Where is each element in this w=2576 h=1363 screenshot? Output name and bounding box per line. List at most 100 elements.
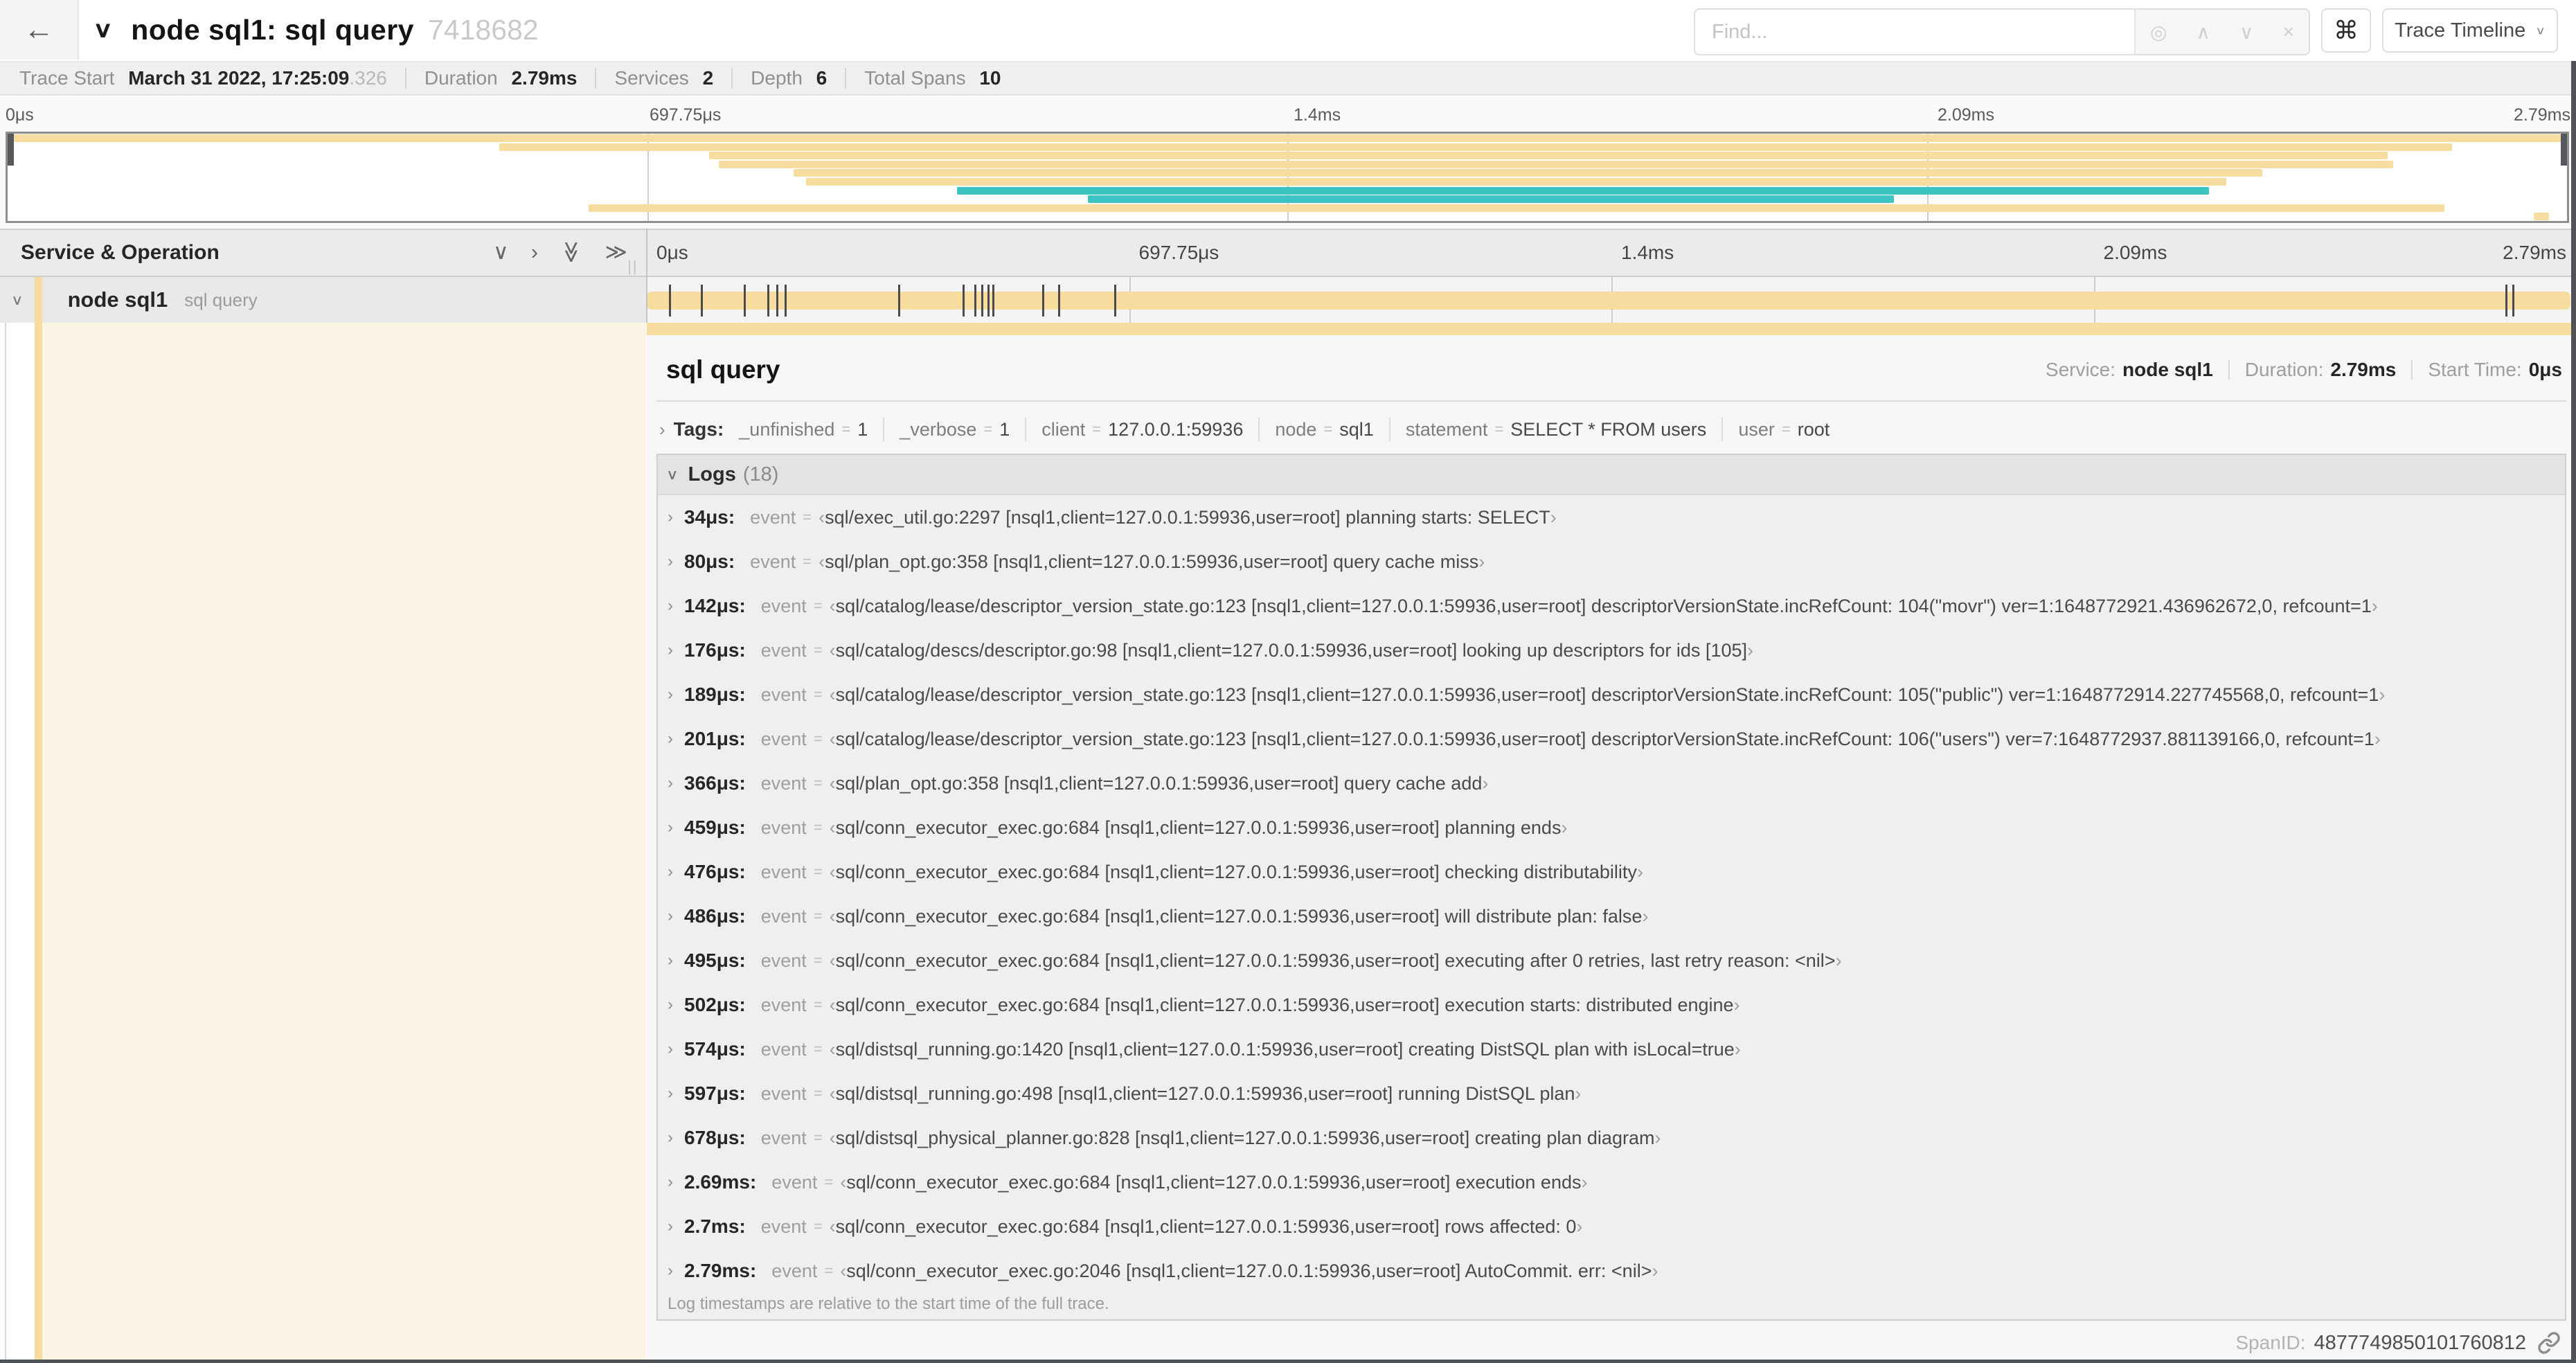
equals-sign: = bbox=[1092, 420, 1102, 438]
close-quote: › bbox=[1835, 950, 1842, 971]
minimap-span[interactable] bbox=[1087, 195, 1894, 204]
minimap-span[interactable] bbox=[588, 204, 2444, 212]
log-row[interactable]: › 189μs: event = ‹ sql/catalog/lease/descript… bbox=[658, 672, 2565, 717]
close-quote: › bbox=[1581, 1171, 1588, 1193]
log-row[interactable]: › 459μs: event = ‹ sql/conn_executor_exec.go:… bbox=[658, 805, 2565, 850]
log-row[interactable]: › 574μs: event = ‹ sql/distsql_running.go:142… bbox=[658, 1027, 2565, 1071]
stat-value: 2 bbox=[702, 67, 714, 89]
minimap-span[interactable] bbox=[8, 134, 2567, 142]
search-input[interactable] bbox=[1695, 10, 2134, 54]
minimap-span[interactable] bbox=[499, 143, 2452, 151]
span-duration-bar[interactable] bbox=[647, 292, 2570, 310]
log-row[interactable]: › 2.7ms: event = ‹ sql/conn_executor_exec.go:… bbox=[658, 1204, 2565, 1249]
span-row-name-cell[interactable]: ∨ node sql1 sql query bbox=[0, 277, 646, 323]
row-expander-icon[interactable]: ∨ bbox=[11, 292, 24, 309]
collapse-one-icon[interactable]: ∨ bbox=[493, 240, 509, 265]
log-row[interactable]: › 2.79ms: event = ‹ sql/conn_executor_exec.go… bbox=[658, 1249, 2565, 1293]
minimap-span[interactable] bbox=[793, 169, 2263, 177]
deep-link-icon[interactable] bbox=[2537, 1331, 2561, 1355]
log-field-name: event bbox=[771, 1171, 818, 1193]
back-button[interactable]: ← bbox=[0, 0, 79, 60]
tag-key: _unfinished bbox=[739, 418, 835, 440]
minimap-span[interactable] bbox=[708, 152, 2388, 160]
minimap-scrubber-right[interactable] bbox=[2561, 134, 2567, 166]
locate-icon[interactable]: ◎ bbox=[2150, 21, 2167, 44]
minimap-span[interactable] bbox=[806, 177, 2227, 186]
log-row[interactable]: › 142μs: event = ‹ sql/catalog/lease/descript… bbox=[658, 584, 2565, 628]
equals-sign: = bbox=[813, 996, 823, 1013]
log-field-value: sql/exec_util.go:2297 [nsql1,client=127.… bbox=[825, 506, 1550, 528]
span-duration-bar-detail bbox=[647, 323, 2576, 335]
duration-value: 2.79ms bbox=[2330, 359, 2397, 380]
minimap-span[interactable] bbox=[957, 186, 2209, 195]
span-row-track bbox=[647, 277, 2576, 323]
next-match-icon[interactable]: ∨ bbox=[2239, 21, 2254, 44]
log-row[interactable]: › 2.69ms: event = ‹ sql/conn_executor_exec.go… bbox=[658, 1160, 2565, 1204]
stat-item: Duration 2.79ms bbox=[424, 67, 578, 89]
tag-item[interactable]: user = root bbox=[1721, 418, 1845, 441]
tag-item[interactable]: _unfinished = 1 bbox=[739, 418, 883, 441]
stat-item: Depth 6 bbox=[751, 67, 827, 89]
equals-sign: = bbox=[813, 1129, 823, 1146]
log-row[interactable]: › 502μs: event = ‹ sql/conn_executor_exec.go:… bbox=[658, 983, 2565, 1027]
minimap-scrubber-left[interactable] bbox=[8, 134, 14, 166]
open-quote: ‹ bbox=[829, 1215, 836, 1237]
logs-count: (18) bbox=[742, 463, 779, 485]
minimap-row bbox=[8, 195, 2567, 204]
tag-item[interactable]: statement = SELECT * FROM users bbox=[1388, 418, 1722, 441]
open-quote: ‹ bbox=[829, 1127, 836, 1148]
equals-sign: = bbox=[813, 686, 823, 703]
open-quote: ‹ bbox=[829, 817, 836, 838]
log-row[interactable]: › 34μs: event = ‹ sql/exec_util.go:2297 [nsql… bbox=[658, 495, 2565, 540]
log-field-name: event bbox=[750, 506, 796, 528]
minimap-span[interactable] bbox=[719, 160, 2393, 168]
keyboard-shortcuts-button[interactable]: ⌘ bbox=[2321, 8, 2371, 53]
equals-sign: = bbox=[803, 553, 812, 570]
operation-name: sql query bbox=[184, 289, 258, 310]
minimap-row bbox=[8, 160, 2567, 169]
log-row[interactable]: › 678μs: event = ‹ sql/distsql_physical_plann… bbox=[658, 1116, 2565, 1160]
clear-search-icon[interactable]: × bbox=[2283, 21, 2294, 43]
chevron-down-icon[interactable]: ∨ bbox=[93, 17, 113, 43]
tag-item[interactable]: _verbose = 1 bbox=[883, 418, 1025, 441]
column-resizer-grip[interactable]: || bbox=[627, 258, 638, 276]
log-row[interactable]: › 176μs: event = ‹ sql/catalog/descs/descript… bbox=[658, 628, 2565, 672]
expand-one-icon[interactable]: › bbox=[531, 240, 538, 265]
log-field-name: event bbox=[760, 994, 807, 1015]
column-divider[interactable] bbox=[646, 229, 647, 323]
tick-label: 2.79ms bbox=[2503, 242, 2566, 263]
tag-value: SELECT * FROM users bbox=[1510, 418, 1707, 440]
log-row[interactable]: › 486μs: event = ‹ sql/conn_executor_exec.go:… bbox=[658, 894, 2565, 938]
log-tick bbox=[1042, 285, 1045, 317]
chevron-right-icon: › bbox=[668, 1173, 673, 1191]
log-field-value: sql/distsql_physical_planner.go:828 [nsq… bbox=[835, 1127, 1655, 1148]
log-row[interactable]: › 495μs: event = ‹ sql/conn_executor_exec.go:… bbox=[658, 938, 2565, 983]
log-timestamp: 142μs: bbox=[684, 595, 746, 616]
tag-item[interactable]: node = sql1 bbox=[1258, 418, 1388, 441]
logs-header[interactable]: ∨ Logs (18) bbox=[658, 455, 2565, 495]
log-row[interactable]: › 80μs: event = ‹ sql/plan_opt.go:358 [nsql1,… bbox=[658, 540, 2565, 584]
minimap-canvas[interactable] bbox=[6, 132, 2569, 223]
log-tick bbox=[898, 285, 901, 317]
minimap-span[interactable] bbox=[2533, 213, 2550, 221]
close-quote: › bbox=[1576, 1215, 1583, 1237]
equals-sign: = bbox=[824, 1173, 834, 1191]
log-row[interactable]: › 476μs: event = ‹ sql/conn_executor_exec.go:… bbox=[658, 850, 2565, 894]
stat-separator bbox=[595, 68, 597, 89]
log-row[interactable]: › 597μs: event = ‹ sql/distsql_running.go:498… bbox=[658, 1071, 2565, 1116]
log-field-value: sql/conn_executor_exec.go:684 [nsql1,cli… bbox=[835, 861, 1637, 882]
tag-item[interactable]: client = 127.0.0.1:59936 bbox=[1025, 418, 1258, 441]
tags-row[interactable]: › Tags: _unfinished = 1 _verbose = 1 client = 12… bbox=[656, 410, 2566, 449]
log-field-value: sql/catalog/descs/descriptor.go:98 [nsql… bbox=[835, 639, 1747, 661]
prev-match-icon[interactable]: ∧ bbox=[2197, 21, 2211, 44]
log-row[interactable]: › 366μs: event = ‹ sql/plan_opt.go:358 [nsql1… bbox=[658, 761, 2565, 805]
log-row[interactable]: › 201μs: event = ‹ sql/catalog/lease/descript… bbox=[658, 717, 2565, 761]
tick-label: 2.79ms bbox=[2514, 105, 2570, 125]
close-quote: › bbox=[1636, 861, 1643, 882]
expand-all-icon[interactable]: ≫ bbox=[605, 240, 627, 265]
equals-sign: = bbox=[1781, 420, 1791, 438]
view-type-selector[interactable]: Trace Timeline ∨ bbox=[2382, 8, 2558, 53]
collapse-all-icon[interactable]: ≫ bbox=[559, 241, 584, 263]
log-field-value: sql/catalog/lease/descriptor_version_sta… bbox=[835, 728, 2374, 749]
close-quote: › bbox=[1550, 506, 1557, 528]
